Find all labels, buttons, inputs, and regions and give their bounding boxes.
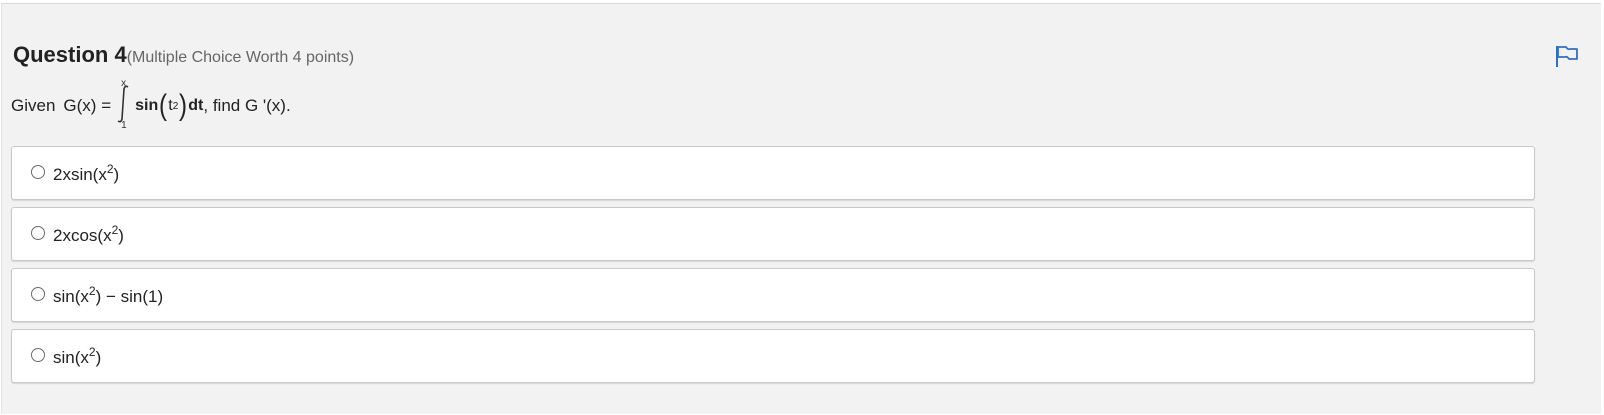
radio-button[interactable] bbox=[31, 165, 45, 179]
question-worth: (Multiple Choice Worth 4 points) bbox=[126, 49, 355, 66]
answer-option[interactable]: sin(x2) bbox=[11, 329, 1535, 383]
lower-limit: 1 bbox=[121, 120, 127, 131]
integrand-func: sin bbox=[135, 97, 159, 114]
question-prompt: Given G(x) = x 1 sin ( t2 ) dt , find G … bbox=[11, 78, 291, 134]
prompt-tail: , find G '(x). bbox=[203, 96, 291, 115]
answer-option[interactable]: 2xsin(x2) bbox=[11, 146, 1535, 200]
answer-options: 2xsin(x2) 2xcos(x2) sin(x2) − sin(1) sin… bbox=[11, 146, 1535, 390]
radio-button[interactable] bbox=[31, 348, 45, 362]
answer-option[interactable]: sin(x2) − sin(1) bbox=[11, 268, 1535, 322]
option-text: sin(x2) − sin(1) bbox=[53, 283, 164, 306]
option-text: 2xcos(x2) bbox=[53, 222, 124, 245]
integral-sign-icon bbox=[117, 85, 129, 123]
question-header: Question 4 (Multiple Choice Worth 4 poin… bbox=[13, 42, 354, 72]
radio-button[interactable] bbox=[31, 226, 45, 240]
right-paren: ) bbox=[179, 89, 188, 122]
integral-symbol: x 1 bbox=[114, 78, 132, 134]
differential: dt bbox=[188, 97, 204, 114]
question-title: Question 4 bbox=[13, 42, 127, 67]
prompt-lead: Given bbox=[11, 96, 56, 115]
answer-option[interactable]: 2xcos(x2) bbox=[11, 207, 1535, 261]
integral-expression: G(x) = x 1 sin ( t2 ) dt bbox=[63, 78, 203, 134]
option-text: sin(x2) bbox=[53, 344, 102, 367]
left-paren: ( bbox=[159, 89, 168, 122]
function-name: G(x) = bbox=[63, 96, 112, 115]
radio-button[interactable] bbox=[31, 287, 45, 301]
flag-icon[interactable] bbox=[1554, 44, 1580, 68]
integrand-exp: 2 bbox=[172, 100, 179, 112]
option-text: 2xsin(x2) bbox=[53, 161, 120, 184]
